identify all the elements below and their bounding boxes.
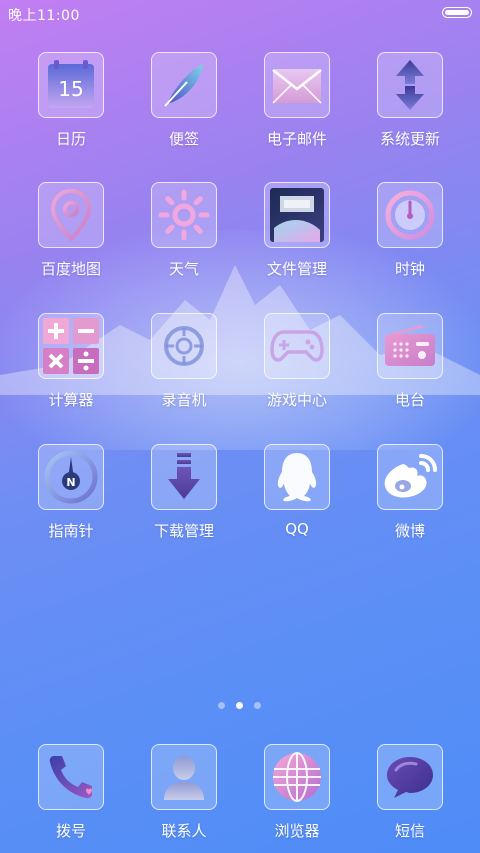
system-update-tile[interactable] bbox=[377, 52, 443, 118]
update-arrows-icon bbox=[396, 60, 424, 110]
envelope-icon bbox=[272, 69, 322, 104]
clock-tile[interactable] bbox=[377, 182, 443, 248]
baidu-map-tile[interactable] bbox=[38, 182, 104, 248]
app-compass[interactable]: N 指南针 bbox=[21, 444, 121, 541]
download-arrow-icon bbox=[168, 453, 200, 499]
compass-north: N bbox=[66, 476, 75, 489]
app-game-center[interactable]: 游戏中心 bbox=[247, 313, 347, 410]
app-label: 短信 bbox=[394, 822, 425, 840]
recorder-icon bbox=[164, 326, 204, 366]
download-manager-tile[interactable] bbox=[151, 444, 217, 510]
app-weibo[interactable]: 微博 bbox=[360, 444, 460, 541]
page-dot[interactable] bbox=[254, 702, 261, 709]
app-baidu-map[interactable]: 百度地图 bbox=[21, 182, 121, 279]
app-label: QQ bbox=[285, 520, 309, 538]
sun-icon bbox=[158, 189, 210, 241]
app-qq[interactable]: QQ bbox=[247, 444, 347, 538]
app-label: 时钟 bbox=[394, 260, 425, 278]
browser-tile[interactable] bbox=[264, 744, 330, 810]
calendar-tile[interactable]: 15 bbox=[38, 52, 104, 118]
app-label: 指南针 bbox=[48, 522, 94, 540]
app-label: 电子邮件 bbox=[266, 130, 327, 148]
app-radio[interactable]: 电台 bbox=[360, 313, 460, 410]
notes-tile[interactable] bbox=[151, 52, 217, 118]
gamepad-icon bbox=[270, 330, 324, 362]
game-center-tile[interactable] bbox=[264, 313, 330, 379]
app-clock[interactable]: 时钟 bbox=[360, 182, 460, 279]
app-notes[interactable]: 便签 bbox=[134, 52, 234, 149]
app-calendar[interactable]: 15 日历 bbox=[21, 52, 121, 149]
clock-icon bbox=[385, 190, 435, 240]
phone-tile[interactable] bbox=[38, 744, 104, 810]
app-label: 录音机 bbox=[161, 391, 207, 409]
app-system-update[interactable]: 系统更新 bbox=[360, 52, 460, 149]
app-calculator[interactable]: 计算器 bbox=[21, 313, 121, 410]
compass-tile[interactable]: N bbox=[38, 444, 104, 510]
app-label: 游戏中心 bbox=[266, 391, 327, 409]
app-file-manager[interactable]: 文件管理 bbox=[247, 182, 347, 279]
app-label: 下载管理 bbox=[153, 522, 214, 540]
file-manager-icon bbox=[270, 188, 324, 242]
weibo-icon bbox=[384, 454, 437, 498]
compass-icon: N bbox=[44, 450, 98, 504]
app-label: 文件管理 bbox=[266, 260, 327, 278]
app-label: 系统更新 bbox=[379, 130, 440, 148]
app-label: 浏览器 bbox=[274, 822, 320, 840]
dock-messages[interactable]: 短信 bbox=[360, 744, 460, 841]
globe-icon bbox=[273, 752, 321, 802]
radio-icon bbox=[385, 324, 435, 366]
app-recorder[interactable]: 录音机 bbox=[134, 313, 234, 410]
email-tile[interactable] bbox=[264, 52, 330, 118]
dock-contacts[interactable]: 联系人 bbox=[134, 744, 234, 841]
phone-icon bbox=[49, 756, 92, 799]
app-label: 电台 bbox=[394, 391, 425, 409]
messages-tile[interactable] bbox=[377, 744, 443, 810]
chat-bubble-icon bbox=[387, 757, 433, 798]
contacts-tile[interactable] bbox=[151, 744, 217, 810]
app-label: 计算器 bbox=[48, 391, 94, 409]
app-label: 天气 bbox=[168, 260, 199, 278]
app-email[interactable]: 电子邮件 bbox=[247, 52, 347, 149]
feather-icon bbox=[164, 64, 203, 107]
qq-penguin-icon bbox=[277, 453, 317, 502]
status-time: 晚上11:00 bbox=[8, 8, 80, 24]
app-weather[interactable]: 天气 bbox=[134, 182, 234, 279]
calculator-tile[interactable] bbox=[38, 313, 104, 379]
dock-phone[interactable]: 拨号 bbox=[21, 744, 121, 841]
qq-tile[interactable] bbox=[264, 444, 330, 510]
app-label: 便签 bbox=[168, 130, 199, 148]
radio-tile[interactable] bbox=[377, 313, 443, 379]
weibo-tile[interactable] bbox=[377, 444, 443, 510]
app-label: 百度地图 bbox=[40, 260, 101, 278]
weather-tile[interactable] bbox=[151, 182, 217, 248]
app-download-manager[interactable]: 下载管理 bbox=[134, 444, 234, 541]
page-dot[interactable] bbox=[218, 702, 225, 709]
file-manager-tile[interactable] bbox=[264, 182, 330, 248]
status-bar: 晚上11:00 bbox=[0, 0, 480, 28]
battery-icon bbox=[442, 7, 472, 18]
calculator-icon bbox=[43, 318, 99, 374]
app-label: 拨号 bbox=[55, 822, 86, 840]
contact-person-icon bbox=[164, 756, 204, 800]
map-pin-icon bbox=[50, 188, 92, 242]
dock-browser[interactable]: 浏览器 bbox=[247, 744, 347, 841]
calendar-day: 15 bbox=[58, 77, 83, 101]
app-label: 微博 bbox=[394, 522, 425, 540]
page-dot-active[interactable] bbox=[236, 702, 243, 709]
app-label: 日历 bbox=[55, 130, 86, 148]
app-label: 联系人 bbox=[161, 822, 207, 840]
calendar-icon: 15 bbox=[48, 60, 94, 108]
page-indicator[interactable] bbox=[216, 702, 266, 712]
recorder-tile[interactable] bbox=[151, 313, 217, 379]
